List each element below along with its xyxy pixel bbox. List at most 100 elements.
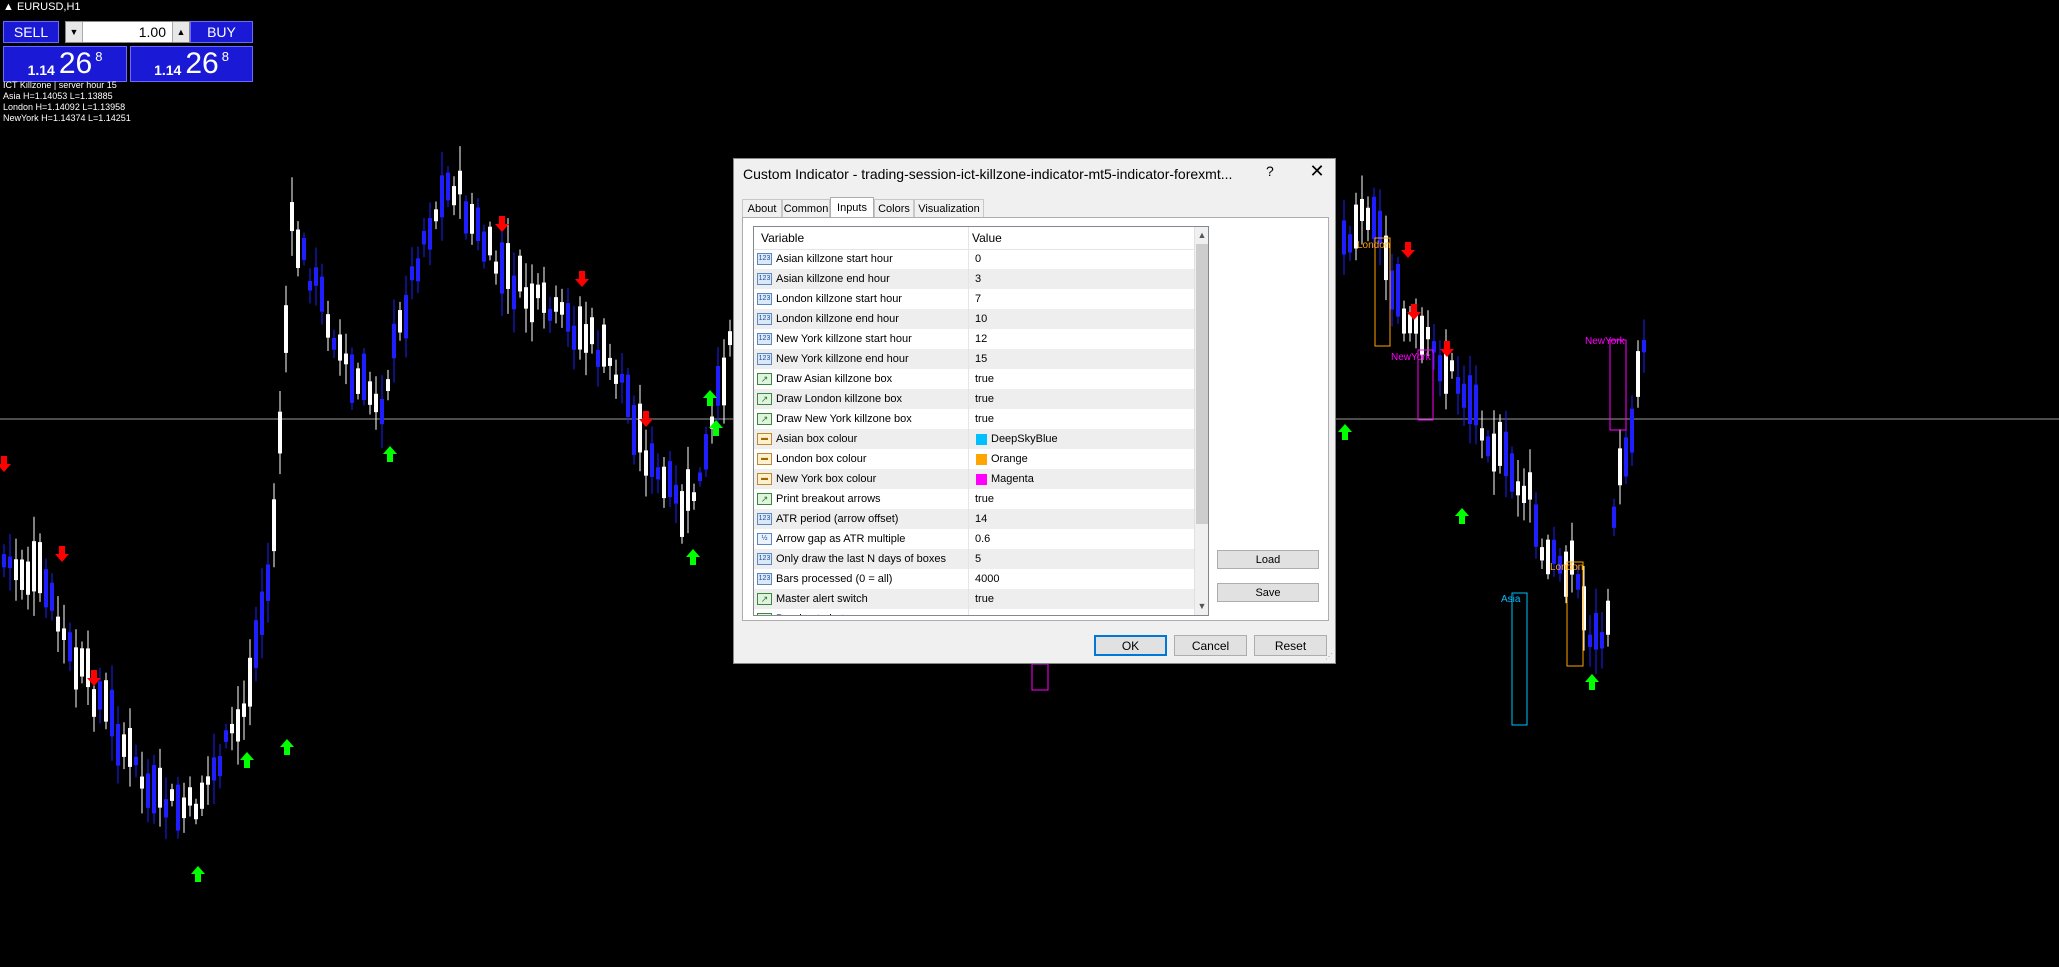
input-row[interactable]: ↗ Draw London killzone box true	[754, 389, 1194, 409]
input-row[interactable]: ½ Arrow gap as ATR multiple 0.6	[754, 529, 1194, 549]
candle-body	[650, 443, 654, 477]
color-swatch[interactable]	[976, 454, 987, 465]
scroll-up-icon[interactable]: ▲	[1195, 227, 1208, 243]
input-row[interactable]: ↗ Master alert switch true	[754, 589, 1194, 609]
input-row[interactable]: ↗ Draw Asian killzone box true	[754, 369, 1194, 389]
input-value[interactable]: DeepSkyBlue	[991, 433, 1058, 445]
column-header-variable[interactable]: Variable	[761, 231, 804, 245]
ask-price-point: 8	[221, 49, 229, 64]
input-row[interactable]: 123 New York killzone start hour 12	[754, 329, 1194, 349]
color-swatch[interactable]	[976, 474, 987, 485]
sell-arrow-icon	[55, 546, 69, 562]
candle-body	[92, 689, 96, 717]
input-value[interactable]: 4000	[975, 573, 999, 585]
input-row[interactable]: ▬ New York box colour Magenta	[754, 469, 1194, 489]
input-row[interactable]: ↗ Print breakout arrows true	[754, 489, 1194, 509]
bid-price-box[interactable]: 1.14 26 8	[3, 46, 127, 82]
lot-size-input[interactable]	[84, 23, 166, 41]
input-variable-name: Asian killzone start hour	[776, 253, 893, 265]
candle-body	[206, 776, 210, 785]
sell-arrow-icon	[495, 216, 509, 232]
input-value[interactable]: Orange	[991, 453, 1028, 465]
input-row[interactable]: ▬ London box colour Orange	[754, 449, 1194, 469]
input-row[interactable]: ↗ Breakout alert	[754, 609, 1194, 615]
candle-body	[716, 365, 720, 406]
candle-body	[1534, 504, 1538, 547]
input-value[interactable]: 14	[975, 513, 987, 525]
input-value[interactable]: 12	[975, 333, 987, 345]
input-row[interactable]: 123 Only draw the last N days of boxes 5	[754, 549, 1194, 569]
candle-body	[404, 294, 408, 339]
lot-increase-icon[interactable]: ▲	[172, 22, 189, 42]
input-row[interactable]: 123 Bars processed (0 = all) 4000	[754, 569, 1194, 589]
close-icon[interactable]: ✕	[1305, 161, 1329, 182]
reset-button[interactable]: Reset	[1254, 635, 1327, 656]
lot-size-stepper[interactable]: ▼ ▲	[65, 21, 190, 43]
candle-body	[692, 492, 696, 502]
input-value[interactable]: 0	[975, 253, 981, 265]
resize-grip-icon[interactable]: ⋰	[1325, 652, 1333, 661]
lot-decrease-icon[interactable]: ▼	[66, 22, 83, 42]
candle-body	[356, 368, 360, 394]
candle-body	[1504, 431, 1508, 477]
tab-about[interactable]: About	[742, 199, 782, 217]
cancel-button[interactable]: Cancel	[1174, 635, 1247, 656]
candle-body	[536, 284, 540, 299]
input-value[interactable]: 5	[975, 553, 981, 565]
candle-body	[500, 242, 504, 294]
tab-visualization[interactable]: Visualization	[914, 199, 984, 217]
input-value[interactable]: Magenta	[991, 473, 1034, 485]
load-button[interactable]: Load	[1217, 550, 1319, 569]
column-header-value[interactable]: Value	[972, 231, 1002, 245]
candle-body	[1516, 481, 1520, 496]
input-value[interactable]: true	[975, 393, 994, 405]
bid-price-pips: 26	[58, 47, 93, 80]
input-value[interactable]: true	[975, 413, 994, 425]
candle-body	[62, 628, 66, 641]
scroll-down-icon[interactable]: ▼	[1195, 598, 1208, 614]
candle-body	[476, 207, 480, 242]
input-row[interactable]: 123 New York killzone end hour 15	[754, 349, 1194, 369]
ok-button[interactable]: OK	[1094, 635, 1167, 656]
candle-body	[626, 374, 630, 418]
candle-body	[368, 381, 372, 405]
candle-body	[1360, 198, 1364, 221]
candle-body	[170, 789, 174, 801]
input-value[interactable]: 0.6	[975, 533, 990, 545]
input-value[interactable]: 10	[975, 313, 987, 325]
candle-body	[1486, 436, 1490, 457]
candle-body	[1612, 506, 1616, 528]
candle-body	[50, 582, 54, 611]
tab-common[interactable]: Common	[782, 199, 830, 217]
tab-inputs[interactable]: Inputs	[830, 197, 874, 218]
input-value[interactable]: true	[975, 593, 994, 605]
input-row[interactable]: 123 Asian killzone end hour 3	[754, 269, 1194, 289]
input-value[interactable]: true	[975, 493, 994, 505]
input-row[interactable]: 123 London killzone start hour 7	[754, 289, 1194, 309]
ask-price-box[interactable]: 1.14 26 8	[130, 46, 253, 82]
input-row[interactable]: 123 ATR period (arrow offset) 14	[754, 509, 1194, 529]
candle-body	[218, 756, 222, 777]
input-row[interactable]: ▬ Asian box colour DeepSkyBlue	[754, 429, 1194, 449]
buy-button[interactable]: BUY	[190, 21, 253, 43]
input-value[interactable]: 7	[975, 293, 981, 305]
input-value[interactable]: true	[975, 373, 994, 385]
scroll-thumb[interactable]	[1196, 244, 1208, 524]
input-value[interactable]: 15	[975, 353, 987, 365]
candle-body	[374, 393, 378, 413]
sell-button[interactable]: SELL	[3, 21, 59, 43]
collapse-triangle-icon[interactable]: ▲	[3, 1, 14, 13]
save-button[interactable]: Save	[1217, 583, 1319, 602]
candle-body	[182, 797, 186, 819]
buy-arrow-icon	[191, 866, 205, 882]
input-row[interactable]: ↗ Draw New York killzone box true	[754, 409, 1194, 429]
input-value[interactable]: 3	[975, 273, 981, 285]
grid-scrollbar[interactable]: ▲ ▼	[1194, 227, 1208, 615]
help-icon[interactable]: ?	[1266, 163, 1274, 179]
input-row[interactable]: 123 London killzone end hour 10	[754, 309, 1194, 329]
tab-colors[interactable]: Colors	[874, 199, 914, 217]
buy-arrow-icon	[1338, 424, 1352, 440]
candle-body	[44, 569, 48, 608]
color-swatch[interactable]	[976, 434, 987, 445]
input-row[interactable]: 123 Asian killzone start hour 0	[754, 249, 1194, 269]
